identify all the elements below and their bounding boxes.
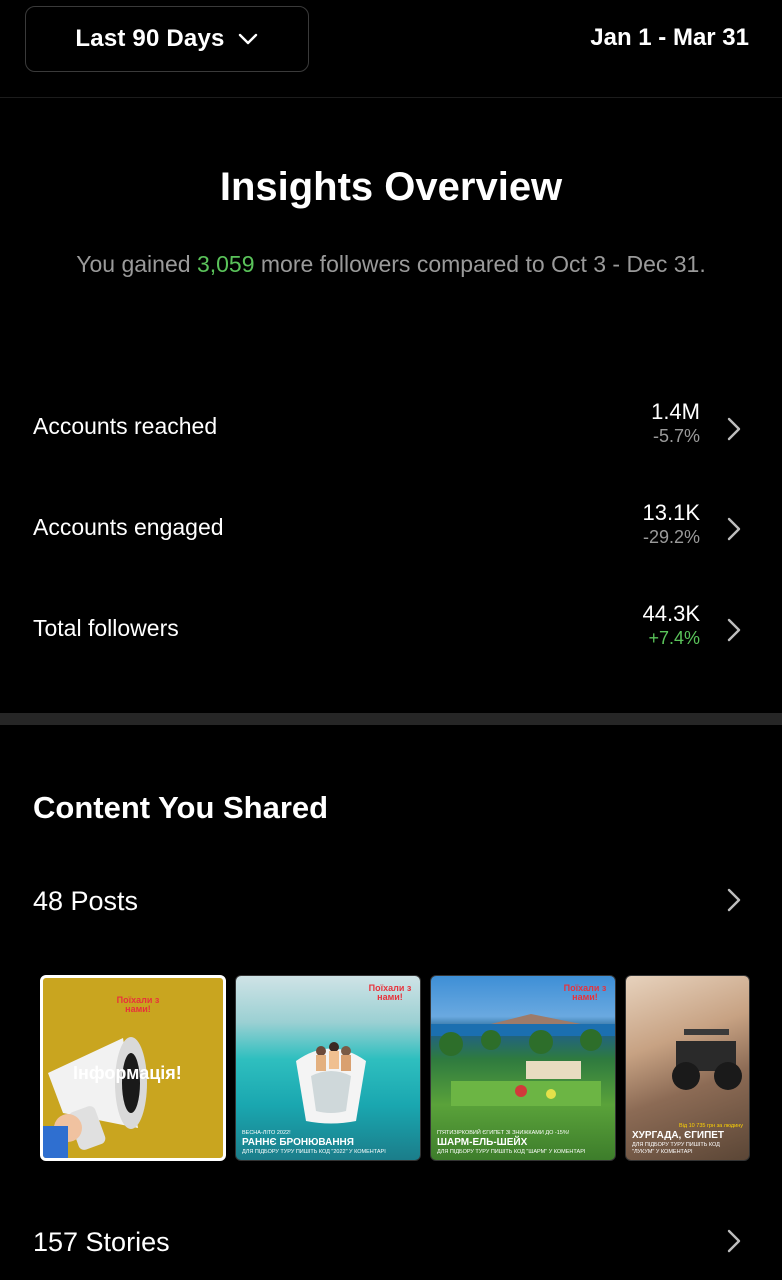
caption-kicker: ВЕСНА-ЛІТО 2022!	[242, 1130, 291, 1136]
post-headline: Інформація!	[73, 1063, 182, 1083]
top-bar: Last 90 Days Jan 1 - Mar 31	[0, 0, 782, 98]
post-thumbnail[interactable]: Поїхали з нами! ВЕСНА-ЛІТО 2022! РАННЄ Б…	[235, 975, 421, 1161]
caption-title: ШАРМ-ЕЛЬ-ШЕЙХ	[437, 1137, 528, 1148]
post-caption: ВЕСНА-ЛІТО 2022! РАННЄ БРОНЮВАННЯ ДЛЯ ПІ…	[242, 1130, 414, 1156]
caption-note: ДЛЯ ПІДБОРУ ТУРУ ПИШІТЬ КОД "2022" У КОМ…	[242, 1149, 386, 1155]
yacht-illustration	[296, 1042, 366, 1124]
stories-row[interactable]: 157 Stories	[33, 1227, 170, 1258]
metric-name: Accounts reached	[33, 413, 218, 439]
metric-row-total-followers[interactable]: Total followers 44.3K +7.4%	[0, 597, 782, 667]
metric-value: 13.1K	[642, 500, 701, 525]
posts-row[interactable]: 48 Posts	[33, 886, 138, 917]
caption-kicker: П'ЯТИЗІРКОВИЙ ЄГИПЕТ ЗІ ЗНИЖКАМИ ДО -15%…	[437, 1130, 570, 1136]
metric-change: -29.2%	[642, 527, 700, 547]
followers-summary: You gained 3,059 more followers compared…	[70, 250, 712, 279]
brand-logo: Поїхали з нами!	[116, 995, 160, 1014]
chevron-down-icon	[238, 33, 257, 45]
insights-title: Insights Overview	[219, 165, 563, 209]
date-range-dropdown[interactable]: Last 90 Days	[25, 6, 309, 72]
brand-logo: Поїхали з нами!	[368, 983, 412, 1002]
post-thumbnail[interactable]: Поїхали з нами! Інформація!	[40, 975, 226, 1161]
chevron-right-icon[interactable]	[725, 1228, 743, 1254]
content-section-title: Content You Shared	[33, 790, 329, 825]
caption-note: ДЛЯ ПІДБОРУ ТУРУ ПИШІТЬ КОД "ШАРМ" У КОМ…	[437, 1149, 586, 1155]
metric-change: -5.7%	[652, 426, 700, 446]
caption-note: ДЛЯ ПІДБОРУ ТУРУ ПИШІТЬ КОД "ЛУКУМ" У КО…	[632, 1142, 720, 1155]
summary-prefix: You gained	[76, 251, 197, 277]
post-thumbnail[interactable]: Від 10 735 грн за людину ХУРГАДА, ЄГИПЕТ…	[625, 975, 750, 1161]
chevron-right-icon[interactable]	[725, 887, 743, 913]
summary-suffix: more followers compared to Oct 3 - Dec 3…	[254, 251, 706, 277]
date-range-dropdown-label: Last 90 Days	[75, 25, 225, 52]
section-divider	[0, 713, 782, 725]
date-range-text: Jan 1 - Mar 31	[590, 24, 749, 51]
gained-count: 3,059	[196, 251, 255, 277]
metric-row-accounts-reached[interactable]: Accounts reached 1.4M -5.7%	[0, 395, 782, 465]
brand-logo: Поїхали з нами!	[563, 983, 607, 1002]
caption-title: РАННЄ БРОНЮВАННЯ	[242, 1137, 354, 1148]
metric-change: +7.4%	[648, 628, 700, 648]
metric-name: Total followers	[33, 615, 179, 641]
metric-row-accounts-engaged[interactable]: Accounts engaged 13.1K -29.2%	[0, 496, 782, 566]
post-caption: Від 10 735 грн за людину ХУРГАДА, ЄГИПЕТ…	[632, 1123, 743, 1156]
chevron-right-icon	[727, 618, 741, 642]
metric-name: Accounts engaged	[33, 514, 224, 540]
metric-value: 1.4M	[651, 399, 700, 424]
buggy-illustration	[672, 1029, 742, 1090]
chevron-right-icon	[727, 417, 741, 441]
post-thumbnail[interactable]: Поїхали з нами! П'ЯТИЗІРКОВИЙ ЄГИПЕТ ЗІ …	[430, 975, 616, 1161]
caption-title: ХУРГАДА, ЄГИПЕТ	[632, 1130, 725, 1141]
resort-illustration	[431, 1014, 615, 1106]
megaphone-icon	[43, 1037, 147, 1158]
metric-value: 44.3K	[642, 601, 701, 626]
caption-kicker: Від 10 735 грн за людину	[679, 1123, 743, 1129]
chevron-right-icon	[727, 517, 741, 541]
post-caption: П'ЯТИЗІРКОВИЙ ЄГИПЕТ ЗІ ЗНИЖКАМИ ДО -15%…	[437, 1130, 609, 1156]
posts-thumbnail-strip[interactable]: Поїхали з нами! Інформація! Поїхали з на…	[40, 975, 750, 1161]
